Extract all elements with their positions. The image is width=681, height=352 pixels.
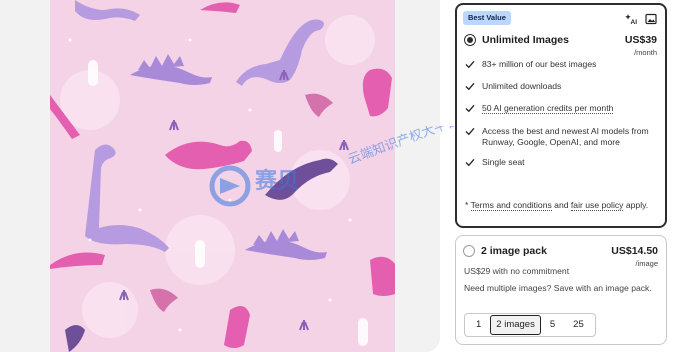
terms-link[interactable]: Terms and conditions xyxy=(470,200,552,211)
ai-sparkle-icon[interactable]: AI xyxy=(625,12,638,26)
fair-use-link[interactable]: fair use policy xyxy=(570,200,624,211)
feature-list: 83+ million of our best images Unlimited… xyxy=(465,59,660,170)
plan-period: /month xyxy=(634,48,657,57)
image-preview-panel xyxy=(0,0,440,352)
plan-card-unlimited[interactable]: Best Value AI Unlimited Images US$39 /mo… xyxy=(455,3,667,228)
check-icon xyxy=(465,158,475,170)
plan-card-image-pack[interactable]: 2 image pack US$14.50 /image US$29 with … xyxy=(455,235,667,345)
plan-price: US$14.50 xyxy=(611,245,658,257)
pack-option-2[interactable]: 2 images xyxy=(490,315,541,335)
check-icon xyxy=(465,60,475,72)
list-item: 83+ million of our best images xyxy=(465,59,660,72)
image-icon[interactable] xyxy=(645,12,657,25)
list-item: Single seat xyxy=(465,157,660,170)
check-icon xyxy=(465,104,475,116)
plan-radio-image-pack[interactable] xyxy=(463,245,475,257)
pack-option-5[interactable]: 5 xyxy=(541,315,564,335)
list-item[interactable]: 50 AI generation credits per month xyxy=(465,103,660,116)
dinosaur-pattern-image[interactable] xyxy=(50,0,395,352)
plan-description: Need multiple images? Save with an image… xyxy=(464,283,652,293)
plan-name: Unlimited Images xyxy=(482,34,569,46)
pack-option-25[interactable]: 25 xyxy=(564,315,593,335)
pattern-artwork xyxy=(50,0,395,352)
plan-name: 2 image pack xyxy=(481,245,547,257)
check-icon xyxy=(465,127,475,148)
list-item: Unlimited downloads xyxy=(465,81,660,94)
plan-radio-unlimited[interactable] xyxy=(464,34,476,46)
pack-option-1[interactable]: 1 xyxy=(467,315,490,335)
check-icon xyxy=(465,82,475,94)
plan-subtitle: US$29 with no commitment xyxy=(464,266,570,276)
pack-size-selector[interactable]: 1 2 images 5 25 xyxy=(464,313,596,337)
terms-note: * Terms and conditions and fair use poli… xyxy=(465,200,649,211)
plan-price: US$39 xyxy=(624,34,657,46)
list-item: Access the best and newest AI models fro… xyxy=(465,126,660,148)
svg-text:AI: AI xyxy=(631,19,638,25)
best-value-badge: Best Value xyxy=(463,11,511,25)
